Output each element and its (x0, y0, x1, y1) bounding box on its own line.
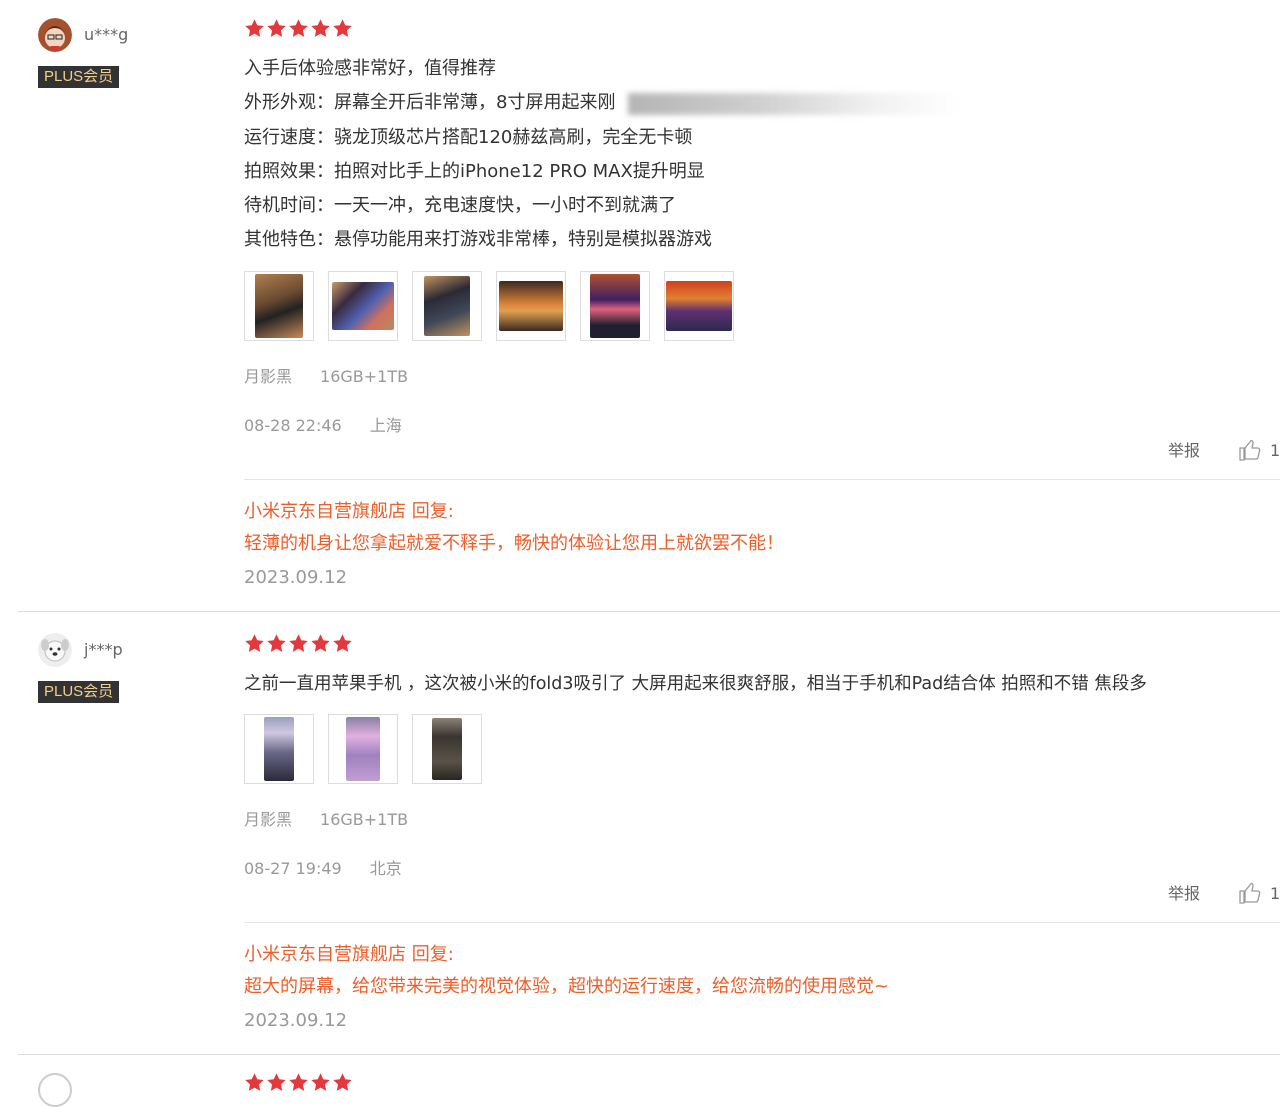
user-avatar[interactable] (38, 18, 72, 52)
spec-storage: 16GB+1TB (320, 810, 409, 829)
photo-thumbnail[interactable] (244, 714, 314, 784)
spec-color: 月影黑 (244, 810, 293, 829)
photo-thumbnails (244, 714, 482, 784)
next-review-avatar-partial (38, 1073, 72, 1107)
reply-date: 2023.09.12 (244, 567, 348, 588)
phone-photo-icon (255, 274, 303, 338)
phone-photo-icon (666, 281, 732, 331)
review-line: 入手后体验感非常好，值得推荐 (244, 58, 496, 79)
photo-thumbnail[interactable] (328, 271, 398, 341)
username: j***p (84, 640, 123, 659)
star-icon (245, 634, 264, 652)
photo-thumbnail[interactable] (580, 271, 650, 341)
star-icon (333, 19, 352, 37)
like-button[interactable]: 1 (1238, 438, 1280, 462)
review-divider (18, 1054, 1280, 1055)
review-date: 08-27 19:49 (244, 859, 342, 878)
star-icon (311, 1073, 330, 1091)
review-meta: 08-27 19:49 北京 (244, 859, 402, 879)
star-icon (267, 1073, 286, 1091)
phone-photo-icon (346, 717, 380, 781)
star-icon (289, 634, 308, 652)
star-icon (333, 634, 352, 652)
photo-thumbnail[interactable] (412, 714, 482, 784)
like-button[interactable]: 1 (1238, 881, 1280, 905)
avatar-dog-icon (38, 633, 72, 667)
plus-member-badge: PLUS会员 (38, 681, 120, 703)
review-location: 上海 (369, 416, 402, 435)
review-content: 入手后体验感非常好，值得推荐 外形外观：屏幕全开后非常薄，8寸屏用起来刚 运行速… (244, 52, 1274, 258)
review-item: j***p PLUS会员 之前一直用苹果手机 ，这次被小米的fold3吸引了 大… (0, 612, 1280, 1054)
avatar-face-icon (38, 18, 72, 52)
photo-thumbnail[interactable] (496, 271, 566, 341)
star-icon (267, 19, 286, 37)
like-count: 1 (1270, 440, 1280, 460)
reply-text: 轻薄的机身让您拿起就爱不释手，畅快的体验让您用上就欲罢不能！ (244, 533, 784, 554)
review-content: 之前一直用苹果手机 ，这次被小米的fold3吸引了 大屏用起来很爽舒服，相当于手… (244, 667, 1274, 701)
photo-thumbnail[interactable] (328, 714, 398, 784)
star-rating (244, 633, 353, 655)
product-spec: 月影黑 16GB+1TB (244, 367, 408, 387)
thumbs-up-icon (1239, 439, 1261, 461)
photo-thumbnails (244, 271, 734, 341)
spec-storage: 16GB+1TB (320, 367, 409, 386)
spec-color: 月影黑 (244, 367, 293, 386)
star-icon (245, 1073, 264, 1091)
blurred-text-overlay (628, 93, 958, 115)
like-count: 1 (1270, 883, 1280, 903)
star-icon (267, 634, 286, 652)
report-button[interactable]: 举报 (1168, 884, 1200, 904)
merchant-reply: 小米京东自营旗舰店 回复: 超大的屏幕，给您带来完美的视觉体验，超快的运行速度，… (244, 943, 889, 1033)
reply-divider (244, 479, 1280, 480)
reply-date: 2023.09.12 (244, 1010, 348, 1031)
star-icon (311, 19, 330, 37)
phone-photo-icon (499, 281, 563, 331)
star-rating (244, 18, 353, 40)
reply-title: 小米京东自营旗舰店 回复: (244, 944, 454, 965)
review-line: 之前一直用苹果手机 ，这次被小米的fold3吸引了 大屏用起来很爽舒服，相当于手… (244, 674, 1147, 694)
review-line: 运行速度：骁龙顶级芯片搭配120赫兹高刷，完全无卡顿 (244, 126, 693, 148)
next-review-stars-partial (244, 1072, 353, 1093)
phone-photo-icon (424, 276, 470, 336)
report-button[interactable]: 举报 (1168, 441, 1200, 461)
review-line: 拍照效果：拍照对比手上的iPhone12 PRO MAX提升明显 (244, 160, 705, 182)
star-icon (289, 19, 308, 37)
user-avatar[interactable] (38, 633, 72, 667)
star-icon (311, 634, 330, 652)
photo-thumbnail[interactable] (244, 271, 314, 341)
review-location: 北京 (369, 859, 402, 878)
product-spec: 月影黑 16GB+1TB (244, 810, 408, 830)
star-icon (289, 1073, 308, 1091)
star-icon (333, 1073, 352, 1091)
thumbs-up-icon (1239, 882, 1261, 904)
phone-photo-icon (332, 282, 394, 330)
review-meta: 08-28 22:46 上海 (244, 416, 402, 436)
phone-photo-icon (432, 718, 462, 780)
star-icon (245, 19, 264, 37)
username: u***g (84, 25, 129, 44)
review-line: 其他特色：悬停功能用来打游戏非常棒，特别是模拟器游戏 (244, 229, 712, 251)
photo-thumbnail[interactable] (412, 271, 482, 341)
phone-photo-icon (590, 274, 640, 338)
review-date: 08-28 22:46 (244, 416, 342, 435)
reply-divider (244, 922, 1280, 923)
reply-text: 超大的屏幕，给您带来完美的视觉体验，超快的运行速度，给您流畅的使用感觉~ (244, 976, 890, 997)
reply-title: 小米京东自营旗舰店 回复: (244, 501, 454, 522)
merchant-reply: 小米京东自营旗舰店 回复: 轻薄的机身让您拿起就爱不释手，畅快的体验让您用上就欲… (244, 500, 784, 590)
plus-member-badge: PLUS会员 (38, 66, 120, 88)
review-item: u***g PLUS会员 入手后体验感非常好，值得推荐 外形外观：屏幕全开后非常… (0, 0, 1280, 612)
phone-photo-icon (264, 717, 294, 781)
review-line: 待机时间：一天一冲，充电速度快，一小时不到就满了 (244, 195, 676, 217)
photo-thumbnail[interactable] (664, 271, 734, 341)
